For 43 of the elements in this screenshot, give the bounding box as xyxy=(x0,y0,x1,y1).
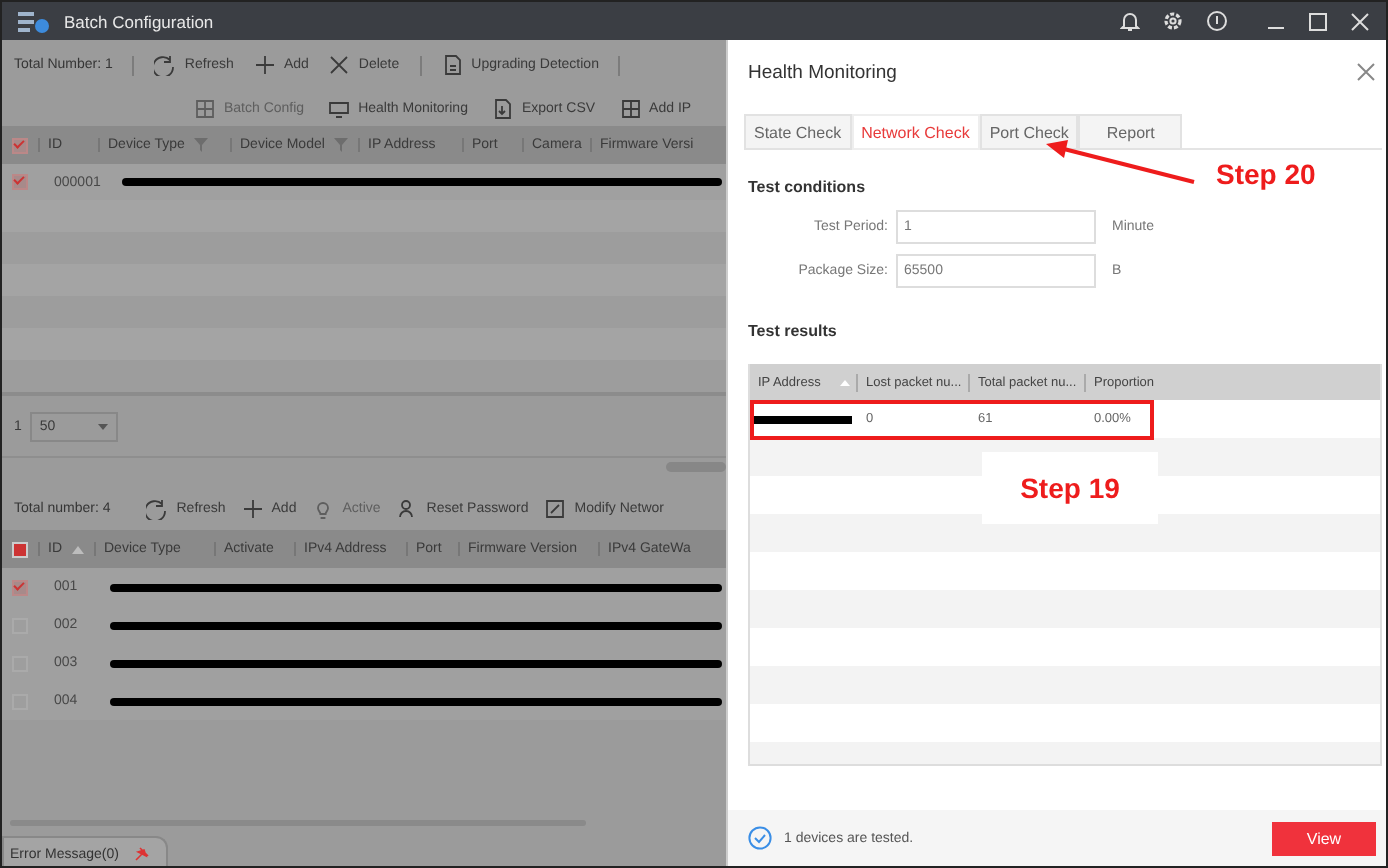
pin-icon[interactable] xyxy=(134,846,151,862)
annotation-label: Step 20 xyxy=(1216,158,1316,190)
checkbox[interactable] xyxy=(12,579,28,595)
tab[interactable]: State Check xyxy=(744,114,852,150)
check-circle-icon xyxy=(748,826,772,850)
settings-icon[interactable] xyxy=(1162,10,1184,32)
tab[interactable]: Port Check xyxy=(979,114,1079,150)
export-icon xyxy=(491,97,514,119)
checkbox[interactable] xyxy=(12,137,28,153)
section-title: Test results xyxy=(748,322,837,340)
caret-icon xyxy=(97,423,108,429)
plus-icon xyxy=(241,497,264,519)
person-icon xyxy=(396,497,419,519)
window-title: Batch Configuration xyxy=(64,11,214,31)
dialog-title: Health Monitoring xyxy=(748,61,897,83)
filter-icon[interactable] xyxy=(194,138,209,152)
collapse-handle[interactable] xyxy=(666,462,726,472)
maximize-icon[interactable] xyxy=(1308,11,1328,31)
refresh-icon xyxy=(154,54,177,76)
monitor-icon xyxy=(328,97,351,119)
refresh-icon xyxy=(146,497,169,519)
app-icon xyxy=(18,9,50,33)
grid-icon xyxy=(619,97,642,119)
document-icon xyxy=(441,54,464,76)
bell-icon[interactable] xyxy=(1120,10,1140,32)
filter-icon[interactable] xyxy=(334,138,349,152)
tab[interactable]: Network Check xyxy=(851,114,980,150)
redaction-bar xyxy=(754,415,852,423)
checkbox[interactable] xyxy=(12,541,28,557)
view-button[interactable]: View xyxy=(1272,821,1376,855)
checkbox[interactable] xyxy=(12,174,28,190)
annotation-label: Step 19 xyxy=(982,452,1158,524)
bulb-icon xyxy=(312,497,335,519)
info-icon[interactable] xyxy=(1206,10,1228,32)
edit-icon xyxy=(544,497,567,519)
cross-icon xyxy=(328,54,351,76)
plus-icon xyxy=(253,54,276,76)
sort-icon[interactable] xyxy=(840,379,851,385)
sort-icon[interactable] xyxy=(72,545,84,553)
section-title: Test conditions xyxy=(748,178,866,196)
tab[interactable]: Report xyxy=(1078,114,1183,150)
grid-icon xyxy=(194,97,216,119)
close-icon[interactable] xyxy=(1356,62,1376,82)
